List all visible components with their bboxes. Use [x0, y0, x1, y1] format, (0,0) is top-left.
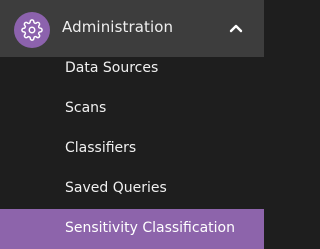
- menu-item-label: Data Sources: [65, 60, 159, 76]
- menu-item-label: Scans: [65, 100, 107, 116]
- menu-item-sensitivity-classification[interactable]: Sensitivity Classification: [0, 209, 264, 249]
- menu-item-label: Classifiers: [65, 140, 137, 156]
- menu-item-data-sources[interactable]: Data Sources: [0, 49, 264, 89]
- chevron-up-icon[interactable]: [228, 20, 244, 36]
- menu-item-scans[interactable]: Scans: [0, 89, 264, 129]
- menu-item-classifiers[interactable]: Classifiers: [0, 129, 264, 169]
- gear-icon: [21, 19, 43, 41]
- sidebar-menu: Administration Data Sources Scans Classi…: [0, 0, 264, 249]
- menu-item-saved-queries[interactable]: Saved Queries: [0, 169, 264, 209]
- section-title: Administration: [62, 18, 174, 36]
- menu-item-label: Saved Queries: [65, 180, 167, 196]
- section-icon-badge: [14, 12, 50, 48]
- menu-item-label: Sensitivity Classification: [65, 220, 235, 236]
